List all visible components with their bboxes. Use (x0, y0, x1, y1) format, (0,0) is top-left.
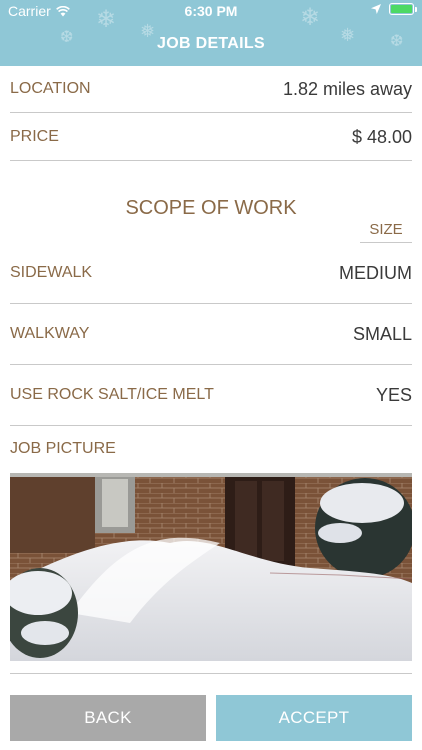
scope-of-work-title: SCOPE OF WORK (125, 197, 297, 219)
scope-row-rock-salt: USE ROCK SALT/ICE MELT YES (10, 365, 412, 426)
back-button[interactable]: BACK (10, 695, 206, 741)
location-label: LOCATION (10, 80, 91, 97)
scope-item-label: SIDEWALK (10, 264, 93, 281)
nav-header: ❄ ❅ ❆ ❄ ❅ ❆ Carrier 6:30 PM JOB DETAILS (0, 0, 422, 66)
job-picture-label: JOB PICTURE (10, 440, 116, 457)
location-arrow-icon (371, 4, 381, 14)
scope-item-size: MEDIUM (339, 263, 412, 283)
status-bar: Carrier 6:30 PM (0, 0, 422, 22)
price-row: PRICE $ 48.00 (10, 113, 412, 161)
location-value: 1.82 miles away (282, 79, 412, 99)
scope-row-walkway: WALKWAY SMALL (10, 304, 412, 365)
location-row: LOCATION 1.82 miles away (10, 66, 412, 113)
scope-item-label: USE ROCK SALT/ICE MELT (10, 386, 214, 403)
job-photo (10, 473, 412, 661)
size-column-header: SIZE (360, 221, 412, 243)
page-title: JOB DETAILS (157, 35, 265, 52)
scope-item-value: YES (375, 385, 412, 405)
price-value: $ 48.00 (351, 127, 412, 147)
battery-tip (415, 7, 417, 12)
status-time: 6:30 PM (184, 3, 238, 19)
battery-icon (389, 3, 417, 15)
scope-item-size: SMALL (352, 324, 412, 344)
accept-button[interactable]: ACCEPT (216, 695, 412, 741)
price-label: PRICE (10, 128, 59, 145)
battery-fill (391, 5, 412, 13)
status-right (371, 3, 417, 15)
divider (10, 673, 412, 674)
snowy-house-photo (10, 473, 412, 661)
scope-item-label: WALKWAY (10, 325, 90, 342)
scope-row-sidewalk: SIDEWALK MEDIUM (10, 243, 412, 304)
